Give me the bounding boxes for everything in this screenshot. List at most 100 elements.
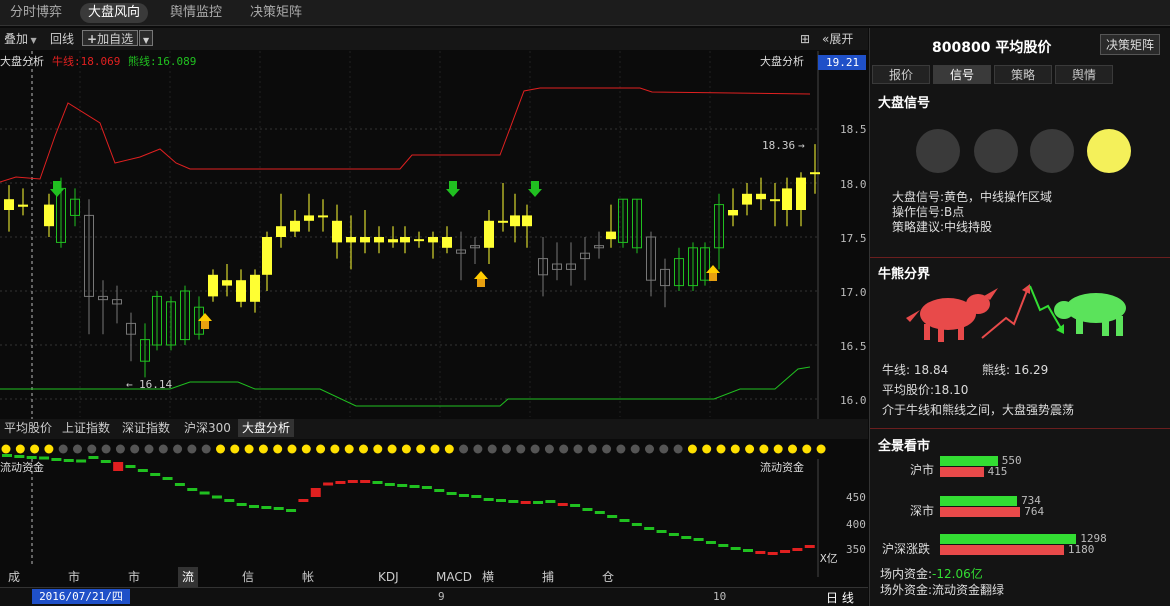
index-tab-market-analysis[interactable]: 大盘分析 — [238, 419, 295, 437]
tab-position-strategy[interactable]: 仓位策略 — [598, 567, 618, 604]
signal-dot — [344, 444, 354, 454]
flow-bar — [174, 483, 185, 486]
candle-body — [304, 215, 314, 221]
chart-canvas: 大盘分析 牛线:18.069 熊线:16.089 大盘分析 19.21 18.5… — [0, 51, 868, 577]
tab-volume[interactable]: 成交量 — [4, 567, 24, 604]
tab-flow-capital[interactable]: 流动资金 — [178, 567, 199, 604]
candle-body — [400, 237, 410, 243]
add-favorite-button[interactable]: +加自选 — [82, 30, 139, 46]
flow-bar — [619, 519, 630, 522]
flow-bar — [14, 455, 25, 458]
market-chart[interactable]: 大盘分析 牛线:18.069 熊线:16.089 大盘分析 19.21 18.5… — [0, 51, 868, 577]
period-selector[interactable]: 日 线 — [826, 589, 854, 606]
tab-confidence[interactable]: 信心指数 — [238, 567, 258, 604]
section-divider — [870, 428, 1170, 429]
tab-account-track[interactable]: 帐户跟踪 — [298, 567, 318, 604]
signal-dot — [759, 444, 769, 454]
y-tick-label: 17.0 — [840, 286, 867, 299]
signal-dot — [401, 444, 411, 454]
signal-dot — [602, 444, 612, 454]
signal-dot — [630, 444, 640, 454]
flow-bar — [409, 485, 420, 488]
signal-line: 策略建议:中线持股 — [892, 220, 993, 234]
chevron-down-icon: ▼ — [28, 36, 37, 45]
inflow-value: -12.06亿 — [932, 567, 983, 581]
signal-dot — [430, 444, 440, 454]
tab-horizontal[interactable]: 横向指标 — [478, 567, 498, 604]
flow-bar — [360, 480, 371, 483]
rtab-sentiment[interactable]: 舆情 — [1055, 65, 1113, 84]
signal-dot — [158, 444, 168, 454]
signal-dot — [87, 444, 97, 454]
index-tab-shanghai[interactable]: 上证指数 — [58, 419, 114, 437]
month-mark: 9 — [438, 590, 445, 603]
flow-bar — [236, 503, 247, 506]
outflow-row: 场外资金:流动资金翻绿 — [880, 583, 1005, 597]
tab-market-wind[interactable]: 大盘风向 — [80, 3, 149, 23]
grid-icon[interactable]: ⊞ — [800, 31, 810, 47]
flow-bar — [520, 501, 531, 504]
tab-pb[interactable]: 市净率 — [124, 567, 144, 604]
signal-dot — [459, 444, 469, 454]
signal-dot — [201, 444, 211, 454]
candle-body — [810, 172, 820, 175]
flow-bar — [211, 495, 222, 499]
flow-bar — [545, 500, 556, 503]
tab-macd[interactable]: MACD — [432, 567, 476, 587]
signal-dot — [30, 444, 40, 454]
flow-bar — [434, 489, 445, 492]
candle-body — [388, 239, 398, 243]
rtab-signal[interactable]: 信号 — [933, 65, 991, 84]
tab-fishing-season[interactable]: 捕捞季节 — [538, 567, 558, 604]
signal-dot — [101, 444, 111, 454]
rtab-strategy[interactable]: 策略 — [994, 65, 1052, 84]
flow-bar — [113, 462, 124, 471]
overlay-dropdown[interactable]: 叠加 ▼ — [4, 31, 37, 47]
arrow-right-icon: → — [798, 139, 805, 152]
pano-green-bar — [940, 496, 1018, 506]
flow-bar — [804, 545, 815, 548]
index-tab-shenzhen[interactable]: 深证指数 — [118, 419, 174, 437]
signal-dot — [230, 444, 240, 454]
flow-bar — [39, 456, 50, 460]
date-bar: 2016/07/21/四 9 10 日 线 — [0, 587, 868, 606]
index-tab-hs300[interactable]: 沪深300 — [180, 419, 235, 437]
signal-dot — [616, 444, 626, 454]
bullbear-description: 介于牛线和熊线之间，大盘强势震荡 — [882, 403, 1075, 417]
flow-bar — [557, 503, 568, 506]
low-price-mark: 16.14 — [139, 378, 172, 391]
flow-bar — [718, 544, 729, 547]
tab-decision-matrix[interactable]: 决策矩阵 — [242, 3, 310, 23]
flow-bar — [150, 473, 161, 476]
top-tab-bar: 分时博弈 大盘风向 舆情监控 决策矩阵 — [0, 0, 1170, 26]
tab-sentiment[interactable]: 舆情监控 — [162, 3, 230, 23]
flow-tick-label: 400 — [846, 518, 866, 531]
high-price-mark: 18.36 — [762, 139, 795, 152]
index-tab-avg-price[interactable]: 平均股价 — [0, 419, 56, 437]
flow-bar — [335, 481, 346, 484]
candle-body — [606, 231, 616, 240]
candle-body — [374, 237, 384, 243]
signal-light-active — [1087, 129, 1131, 173]
expand-button[interactable]: «展开 — [822, 31, 853, 47]
tab-pe[interactable]: 市盈率 — [64, 567, 84, 604]
y-tick-label: 16.0 — [840, 394, 867, 407]
flow-bar — [693, 538, 704, 541]
overlay-label: 叠加 — [4, 32, 29, 46]
candle-body — [498, 220, 508, 223]
return-button[interactable]: 回线 — [50, 31, 74, 47]
pano-red-value: 764 — [1024, 505, 1045, 518]
signal-dot — [673, 444, 683, 454]
tab-kdj[interactable]: KDJ — [374, 567, 403, 587]
tab-timeshare[interactable]: 分时博弈 — [2, 3, 70, 23]
signal-dot — [44, 444, 54, 454]
rtab-quote[interactable]: 报价 — [872, 65, 930, 84]
candle-body — [276, 226, 286, 237]
decision-matrix-button[interactable]: 决策矩阵 — [1100, 34, 1161, 55]
flow-bar — [594, 511, 605, 514]
chart-toolbar: 叠加 ▼ 回线 +加自选 ▼ ⊞ «展开 — [0, 28, 868, 50]
add-favorite-dropdown[interactable]: ▼ — [139, 30, 154, 46]
y-tick-label: 17.5 — [840, 232, 867, 245]
signal-light-1 — [916, 129, 960, 173]
flow-bar — [755, 551, 766, 554]
